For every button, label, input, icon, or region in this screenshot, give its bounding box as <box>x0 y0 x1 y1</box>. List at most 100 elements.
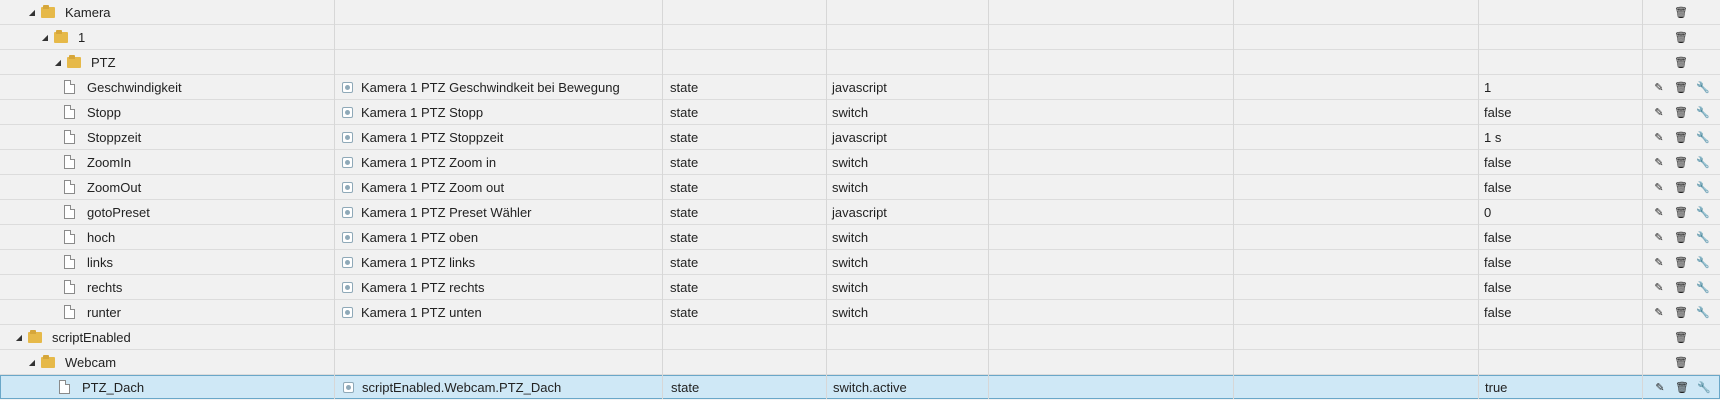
object-description-cell <box>334 0 662 24</box>
object-name-cell[interactable]: hoch <box>0 225 334 249</box>
table-row[interactable]: ◢ 1 🗑 <box>0 25 1720 50</box>
edit-pencil-icon[interactable]: ✎ <box>1652 205 1666 219</box>
edit-pencil-icon[interactable]: ✎ <box>1653 380 1667 394</box>
settings-wrench-icon[interactable]: 🔧 <box>1696 305 1710 319</box>
object-name-cell[interactable]: runter <box>0 300 334 324</box>
table-row[interactable]: ◢ PTZ 🗑 <box>0 50 1720 75</box>
table-row[interactable]: ◢ scriptEnabled 🗑 <box>0 325 1720 350</box>
expand-toggle-icon[interactable]: ◢ <box>40 33 50 42</box>
table-row[interactable]: hoch Kamera 1 PTZ oben state switch false ✎ 🗑 🔧 <box>0 225 1720 250</box>
delete-trash-icon[interactable]: 🗑 <box>1674 55 1688 69</box>
expand-toggle-icon[interactable]: ◢ <box>27 358 37 367</box>
delete-trash-icon[interactable]: 🗑 <box>1674 230 1688 244</box>
table-row[interactable]: ZoomIn Kamera 1 PTZ Zoom in state switch fal… <box>0 150 1720 175</box>
object-value-cell[interactable]: false <box>1478 250 1642 274</box>
delete-trash-icon[interactable]: 🗑 <box>1674 330 1688 344</box>
object-name-cell[interactable]: rechts <box>0 275 334 299</box>
object-name-cell[interactable]: links <box>0 250 334 274</box>
edit-pencil-icon[interactable]: ✎ <box>1652 180 1666 194</box>
delete-trash-icon[interactable]: 🗑 <box>1674 30 1688 44</box>
object-value-cell[interactable]: 1 <box>1478 75 1642 99</box>
document-icon <box>64 80 75 94</box>
edit-pencil-icon[interactable]: ✎ <box>1652 155 1666 169</box>
object-name-cell[interactable]: ◢ PTZ <box>0 50 334 74</box>
delete-trash-icon[interactable]: 🗑 <box>1674 205 1688 219</box>
object-value-cell[interactable]: false <box>1478 175 1642 199</box>
state-icon <box>342 81 353 93</box>
settings-wrench-icon[interactable]: 🔧 <box>1696 130 1710 144</box>
edit-pencil-icon[interactable]: ✎ <box>1652 230 1666 244</box>
table-row[interactable]: links Kamera 1 PTZ links state switch false ✎… <box>0 250 1720 275</box>
object-value-cell[interactable] <box>1478 25 1642 49</box>
object-name-cell[interactable]: ◢ 1 <box>0 25 334 49</box>
table-row[interactable]: ◢ Kamera 🗑 <box>0 0 1720 25</box>
table-row[interactable]: Stoppzeit Kamera 1 PTZ Stoppzeit state java… <box>0 125 1720 150</box>
object-value-cell[interactable]: false <box>1478 100 1642 124</box>
object-value-cell[interactable]: false <box>1478 300 1642 324</box>
object-name-cell[interactable]: ◢ Webcam <box>0 350 334 374</box>
settings-wrench-icon[interactable]: 🔧 <box>1696 80 1710 94</box>
settings-wrench-icon[interactable]: 🔧 <box>1697 380 1711 394</box>
delete-trash-icon[interactable]: 🗑 <box>1674 105 1688 119</box>
edit-pencil-icon[interactable]: ✎ <box>1652 280 1666 294</box>
object-role-cell: switch <box>832 229 869 245</box>
object-name-cell[interactable]: Stoppzeit <box>0 125 334 149</box>
delete-trash-icon[interactable]: 🗑 <box>1674 280 1688 294</box>
object-name-cell[interactable]: ◢ Kamera <box>0 0 334 24</box>
object-name-label: Kamera <box>65 4 111 20</box>
delete-trash-icon[interactable]: 🗑 <box>1674 130 1688 144</box>
object-value-cell[interactable]: false <box>1478 225 1642 249</box>
object-value-cell[interactable]: false <box>1478 150 1642 174</box>
object-name-cell[interactable]: ◢ scriptEnabled <box>0 325 334 349</box>
object-name-cell[interactable]: PTZ_Dach <box>1 376 335 398</box>
object-value-cell[interactable]: true <box>1479 376 1643 398</box>
object-name-cell[interactable]: Stopp <box>0 100 334 124</box>
delete-trash-icon[interactable]: 🗑 <box>1675 380 1689 394</box>
table-row[interactable]: Stopp Kamera 1 PTZ Stopp state switch false ✎… <box>0 100 1720 125</box>
delete-trash-icon[interactable]: 🗑 <box>1674 180 1688 194</box>
delete-trash-icon[interactable]: 🗑 <box>1674 255 1688 269</box>
state-icon <box>342 131 353 143</box>
delete-trash-icon[interactable]: 🗑 <box>1674 355 1688 369</box>
object-name-cell[interactable]: gotoPreset <box>0 200 334 224</box>
object-value-cell[interactable] <box>1478 325 1642 349</box>
object-type-cell: state <box>670 104 699 120</box>
expand-toggle-icon[interactable]: ◢ <box>27 8 37 17</box>
settings-wrench-icon[interactable]: 🔧 <box>1696 205 1710 219</box>
object-value-cell[interactable]: 1 s <box>1478 125 1642 149</box>
table-row[interactable]: runter Kamera 1 PTZ unten state switch false… <box>0 300 1720 325</box>
edit-pencil-icon[interactable]: ✎ <box>1652 255 1666 269</box>
delete-trash-icon[interactable]: 🗑 <box>1674 5 1688 19</box>
object-name-cell[interactable]: ZoomIn <box>0 150 334 174</box>
table-row[interactable]: ◢ Webcam 🗑 <box>0 350 1720 375</box>
expand-toggle-icon[interactable]: ◢ <box>53 58 63 67</box>
settings-wrench-icon[interactable]: 🔧 <box>1696 280 1710 294</box>
object-name-label: runter <box>87 304 121 320</box>
object-value-cell[interactable]: false <box>1478 275 1642 299</box>
edit-pencil-icon[interactable]: ✎ <box>1652 305 1666 319</box>
object-value-cell[interactable] <box>1478 350 1642 374</box>
row-actions: ✎ 🗑 🔧 <box>1643 376 1720 398</box>
expand-toggle-icon[interactable]: ◢ <box>14 333 24 342</box>
table-row[interactable]: ZoomOut Kamera 1 PTZ Zoom out state switch f… <box>0 175 1720 200</box>
settings-wrench-icon[interactable]: 🔧 <box>1696 230 1710 244</box>
edit-pencil-icon[interactable]: ✎ <box>1652 130 1666 144</box>
settings-wrench-icon[interactable]: 🔧 <box>1696 155 1710 169</box>
edit-pencil-icon[interactable]: ✎ <box>1652 80 1666 94</box>
delete-trash-icon[interactable]: 🗑 <box>1674 305 1688 319</box>
object-value-cell[interactable] <box>1478 0 1642 24</box>
settings-wrench-icon[interactable]: 🔧 <box>1696 180 1710 194</box>
object-name-cell[interactable]: Geschwindigkeit <box>0 75 334 99</box>
object-name-cell[interactable]: ZoomOut <box>0 175 334 199</box>
table-row[interactable]: gotoPreset Kamera 1 PTZ Preset Wähler stat… <box>0 200 1720 225</box>
settings-wrench-icon[interactable]: 🔧 <box>1696 255 1710 269</box>
table-row[interactable]: Geschwindigkeit Kamera 1 PTZ Geschwindkei… <box>0 75 1720 100</box>
delete-trash-icon[interactable]: 🗑 <box>1674 155 1688 169</box>
object-value-cell[interactable]: 0 <box>1478 200 1642 224</box>
object-value-cell[interactable] <box>1478 50 1642 74</box>
table-row[interactable]: PTZ_Dach scriptEnabled.Webcam.PTZ_Dach sta… <box>0 375 1720 399</box>
table-row[interactable]: rechts Kamera 1 PTZ rechts state switch fals… <box>0 275 1720 300</box>
delete-trash-icon[interactable]: 🗑 <box>1674 80 1688 94</box>
edit-pencil-icon[interactable]: ✎ <box>1652 105 1666 119</box>
settings-wrench-icon[interactable]: 🔧 <box>1696 105 1710 119</box>
